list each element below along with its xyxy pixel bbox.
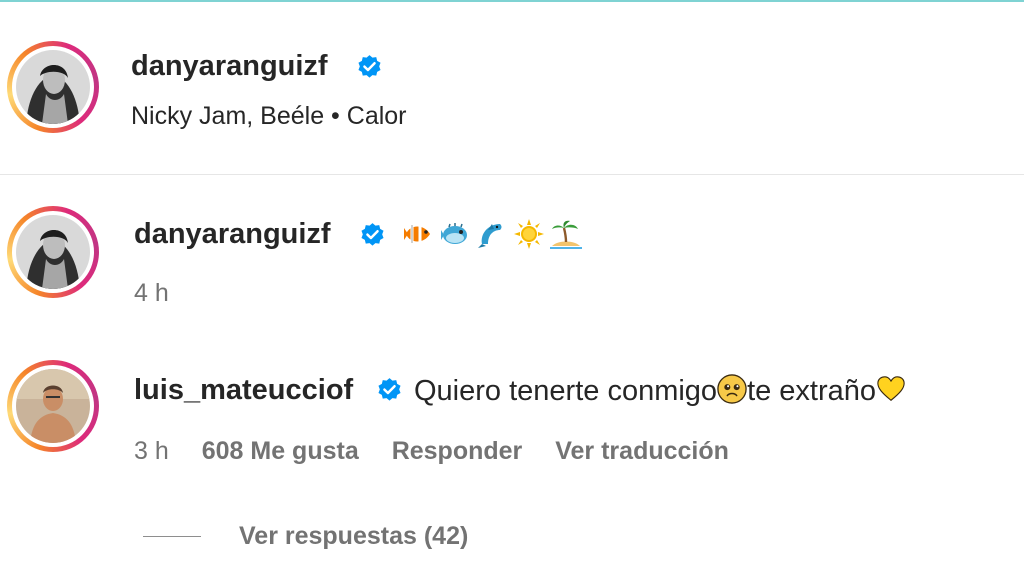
post-header: danyaranguizf Nicky Jam, Beéle • Calor bbox=[0, 2, 1024, 175]
translate-button[interactable]: Ver traducción bbox=[555, 437, 729, 465]
comment-timestamp[interactable]: 3 h bbox=[134, 437, 169, 465]
dolphin-icon bbox=[478, 224, 502, 248]
comment-text-part2: te extraño bbox=[747, 375, 877, 407]
comment-timestamp[interactable]: 4 h bbox=[134, 279, 169, 308]
avatar bbox=[16, 50, 90, 124]
blowfish-icon bbox=[441, 223, 467, 244]
reply-button[interactable]: Responder bbox=[392, 437, 523, 465]
pleading-face-icon bbox=[717, 374, 747, 404]
view-replies-button[interactable]: Ver respuestas (42) bbox=[239, 522, 468, 551]
comment-text-part1: Quiero tenerte conmigo bbox=[414, 375, 718, 407]
comment-avatar-story-ring[interactable] bbox=[7, 206, 99, 298]
verified-badge-icon bbox=[361, 223, 384, 246]
comment-text: Quiero tenerte conmigo te extraño bbox=[414, 374, 906, 408]
yellow-heart-icon bbox=[877, 376, 905, 401]
post-music-info[interactable]: Nicky Jam, Beéle • Calor bbox=[131, 102, 407, 131]
verified-badge-icon bbox=[378, 378, 401, 401]
likes-count[interactable]: 608 Me gusta bbox=[202, 437, 359, 465]
comment-actions: 3 h 608 Me gusta Responder Ver traducció… bbox=[134, 437, 729, 466]
desert-island-icon bbox=[550, 220, 582, 249]
avatar bbox=[16, 369, 90, 443]
comments-panel: danyaranguizf Nicky Jam, Beéle • Calor d… bbox=[0, 0, 1024, 576]
tropical-fish-icon bbox=[404, 225, 430, 243]
comment-avatar-story-ring[interactable] bbox=[7, 360, 99, 452]
post-username[interactable]: danyaranguizf bbox=[131, 50, 328, 83]
verified-badge-icon bbox=[358, 55, 381, 78]
replies-divider bbox=[143, 536, 201, 537]
comment-username[interactable]: danyaranguizf bbox=[134, 218, 331, 251]
comment-username[interactable]: luis_mateucciof bbox=[134, 374, 353, 407]
avatar-story-ring[interactable] bbox=[7, 41, 99, 133]
avatar bbox=[16, 215, 90, 289]
comment-emoji-text bbox=[402, 218, 587, 250]
sun-icon bbox=[514, 219, 544, 249]
